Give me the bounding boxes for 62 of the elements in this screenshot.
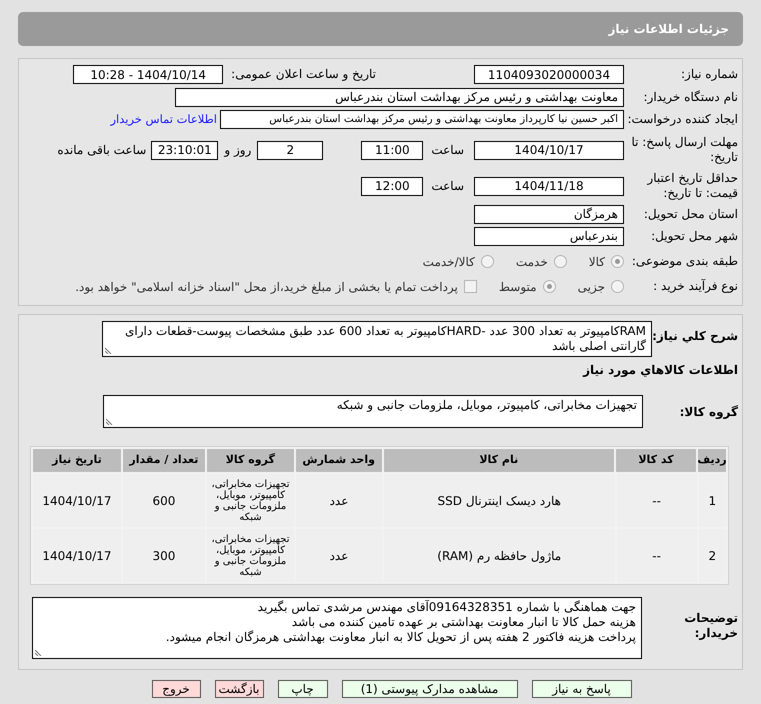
- checkbox-label: پرداخت تمام یا بخشی از مبلغ خرید،از محل "اسناد خزانه اسلامی" خواهد بود.: [75, 278, 458, 296]
- radio-button[interactable]: [554, 255, 567, 268]
- field-label: گروه کالا:: [678, 405, 738, 420]
- text-field[interactable]: 11:00: [361, 140, 424, 160]
- field-label: شماره نیاز:: [680, 67, 738, 82]
- field-label: نام دستگاه خریدار:: [642, 90, 738, 104]
- column-header: تعداد / مقدار: [122, 449, 205, 472]
- radio-label: متوسط: [498, 278, 537, 296]
- action-button[interactable]: بازگشت: [214, 680, 264, 698]
- action-button[interactable]: مشاهده مدارک پیوستی (1): [342, 680, 518, 698]
- text-field[interactable]: اکبر حسین نیا کارپرداز معاونت بهداشتی و رئیس مرکز بهداشت استان بندرعباس: [220, 110, 624, 129]
- contact-link[interactable]: اطلاعات تماس خریدار: [110, 110, 217, 128]
- text-field[interactable]: هرمزگان: [474, 204, 624, 224]
- text-field[interactable]: 1404/10/14 - 10:28: [73, 65, 224, 84]
- field-label: توضیحات خریدار:: [683, 611, 738, 641]
- field-label: ساعت باقی مانده: [57, 142, 146, 158]
- page-title: جزئیات اطلاعات نیاز: [608, 21, 729, 38]
- field-label: حداقل تاریخ اعتبار قیمت: تا تاریخ:: [646, 171, 738, 201]
- radio-label: جزیی: [578, 278, 605, 296]
- field-label: تاریخ و ساعت اعلان عمومی:: [231, 67, 376, 82]
- field-label: استان محل تحویل:: [642, 206, 738, 222]
- resize-grip-icon[interactable]: [106, 417, 114, 425]
- radio-label: خدمت: [516, 254, 548, 270]
- field-label: ایجاد کننده درخواست:: [626, 112, 738, 127]
- text-field[interactable]: 2: [257, 140, 324, 160]
- radio-button[interactable]: [611, 280, 624, 293]
- field-label: طبقه بندی موضوعی:: [630, 254, 738, 269]
- radio-label: کالا/خدمت: [422, 254, 475, 270]
- field-label: شرح کلي نياز:: [652, 329, 738, 344]
- column-header: ردیف: [698, 449, 726, 472]
- field-label: روز و: [224, 142, 252, 158]
- text-area[interactable]: تجهیزات مخابراتی، کامپیوتر، موبایل، ملزومات جانبی و شبکه: [103, 395, 643, 428]
- radio-button[interactable]: [480, 255, 494, 268]
- section-title: اطلاعات کالاهاي مورد نياز: [583, 362, 738, 379]
- column-header: گروه کالا: [206, 449, 294, 472]
- field-label: ساعت: [431, 178, 464, 194]
- text-area[interactable]: جهت هماهنگی با شماره 09164328351آقای مهندس مرشدی تماس بگیرید هزینه حمل کالا تا انبار معاونت بهداشتی بر عهده تامین کننده می باشد پرداخت هزینه فاکتور 2 هفته پس از تحویل کالا به انبار معاونت بهداشتی هرمزگان انجام میشود.: [32, 597, 642, 659]
- checkbox[interactable]: [464, 280, 477, 293]
- text-area[interactable]: RAMکامپیوتر به تعداد 300 عدد -HARDکامپیوتر به تعداد 600 عدد طبق مشخصات پیوست-قطعات دارای گارانتی اصلی باشد: [102, 321, 652, 357]
- text-field[interactable]: معاونت بهداشتی و رئیس مرکز بهداشت استان بندرعباس: [175, 88, 624, 106]
- field-label: شهر محل تحویل:: [650, 228, 738, 244]
- text-field[interactable]: 12:00: [361, 176, 424, 196]
- radio-button[interactable]: [542, 280, 556, 293]
- field-label: مهلت ارسال پاسخ: تا تاریخ:: [630, 135, 738, 165]
- field-label: ساعت: [431, 142, 464, 158]
- column-header: واحد شمارش: [296, 449, 382, 472]
- resize-grip-icon[interactable]: [35, 648, 43, 656]
- text-field[interactable]: 1104093020000034: [474, 65, 624, 84]
- radio-button[interactable]: [611, 255, 624, 268]
- column-header: نام کالا: [384, 449, 614, 472]
- text-field[interactable]: 1404/11/18: [474, 176, 624, 196]
- text-field[interactable]: 1404/10/17: [474, 140, 624, 160]
- column-header: تاریخ نیاز: [33, 449, 121, 472]
- text-field[interactable]: بندرعباس: [474, 226, 624, 246]
- action-button[interactable]: خروج: [152, 680, 200, 698]
- radio-label: کالا: [588, 254, 605, 270]
- column-header: کد کالا: [616, 449, 696, 472]
- text-field[interactable]: 23:10:01: [151, 140, 218, 160]
- action-button[interactable]: چاپ: [278, 680, 328, 698]
- field-label: نوع فرآیند خرید :: [652, 279, 738, 294]
- resize-grip-icon[interactable]: [105, 346, 113, 354]
- action-button[interactable]: پاسخ به نیاز: [532, 680, 632, 698]
